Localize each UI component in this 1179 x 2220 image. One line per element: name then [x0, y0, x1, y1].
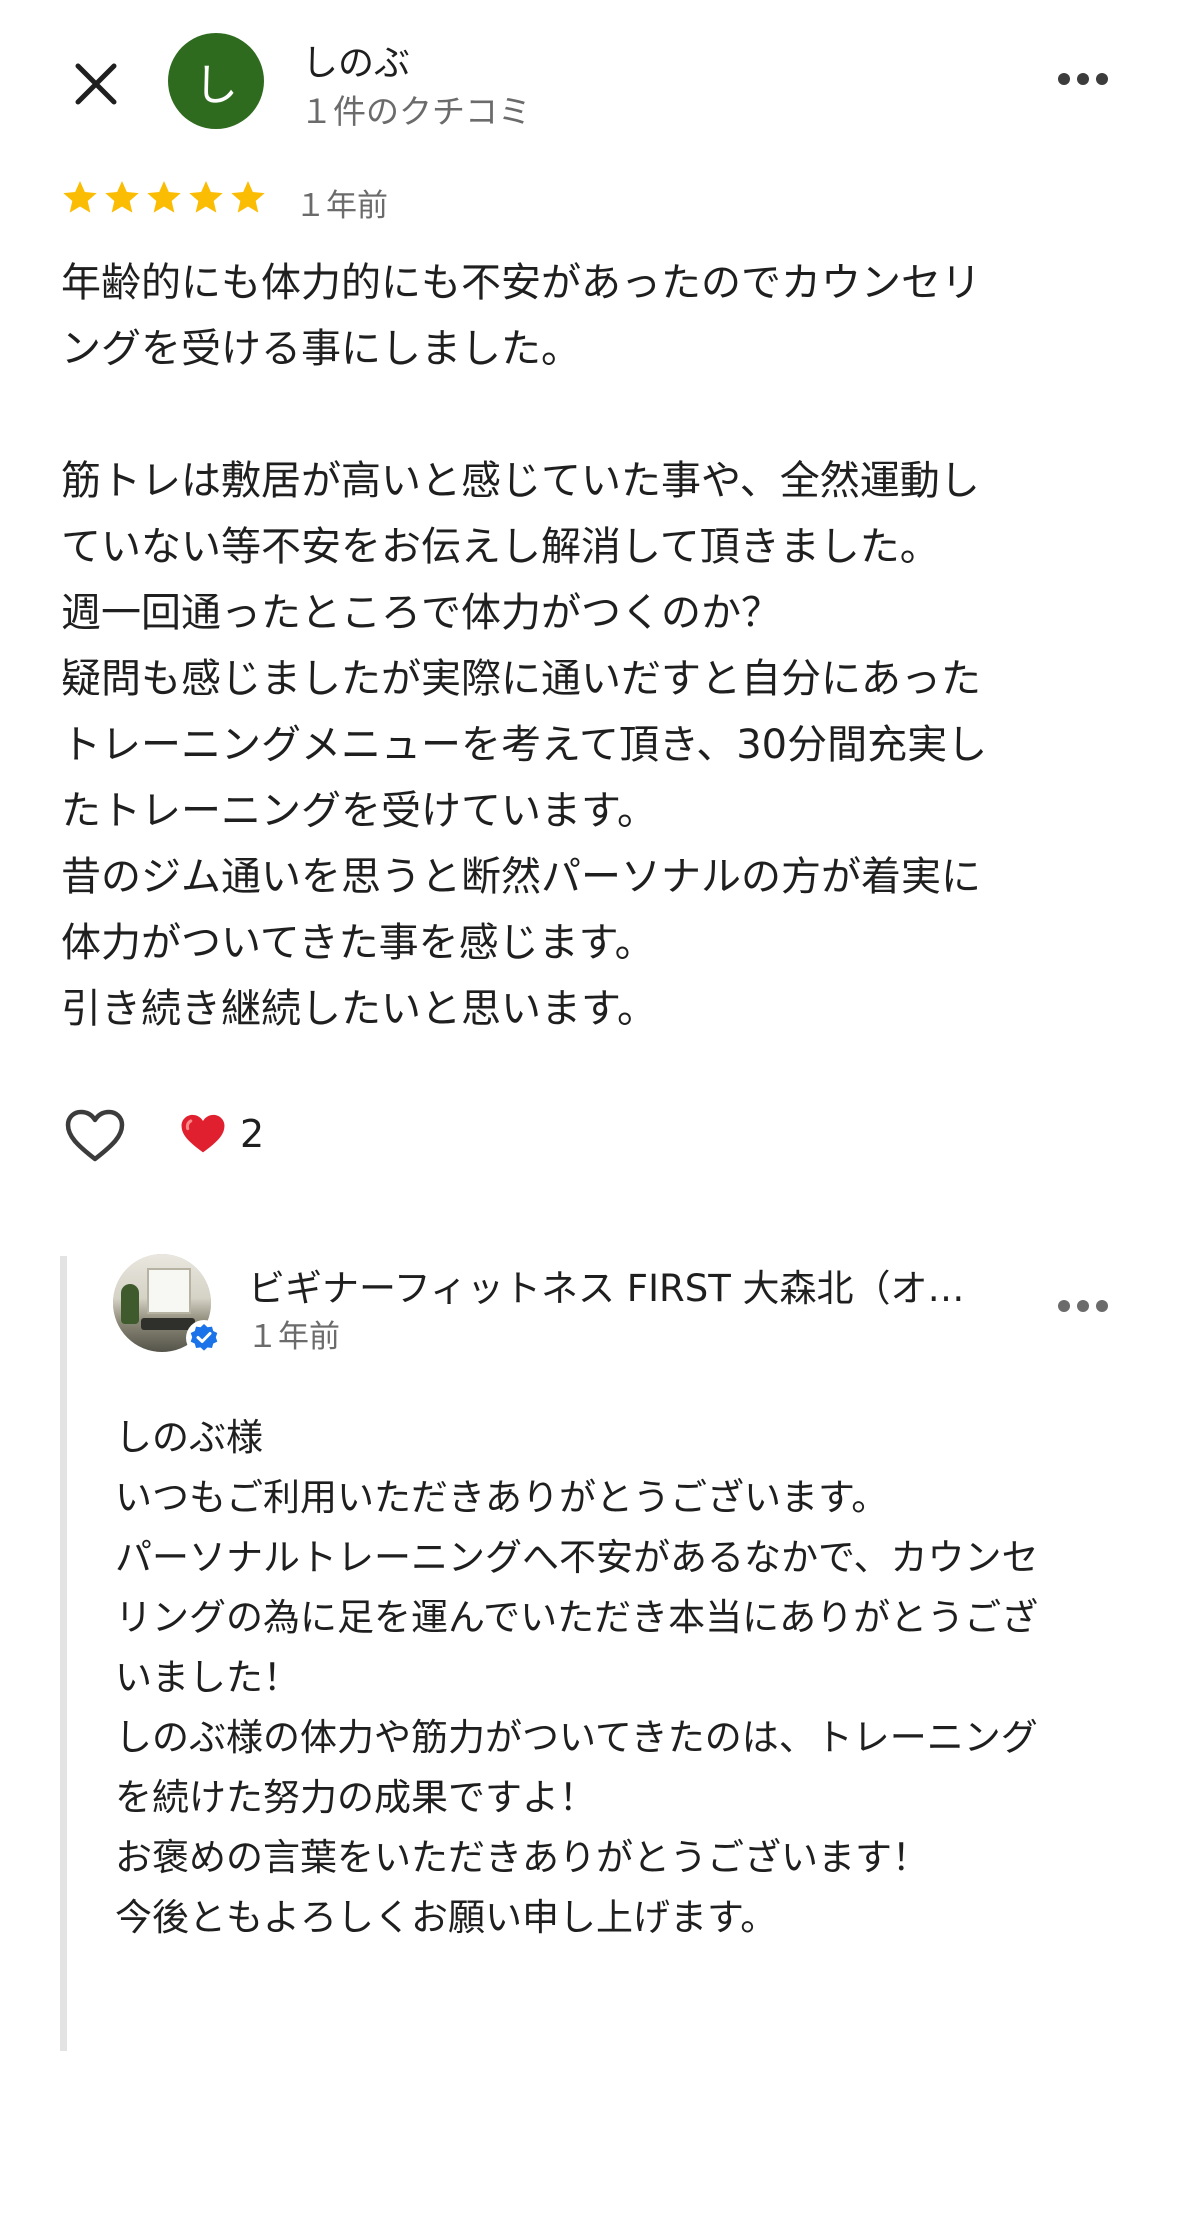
more-options-button[interactable] — [1050, 58, 1116, 100]
reviewer-review-count: １件のクチコミ — [300, 92, 531, 131]
reply-line: しのぶ様 — [115, 1416, 263, 1459]
owner-reply-more-button[interactable] — [1050, 1285, 1116, 1327]
reply-line: お褒めの言葉をいただきありがとうございます！ — [115, 1836, 929, 1879]
close-button[interactable] — [62, 50, 130, 118]
reaction-summary[interactable]: 2 — [180, 1112, 264, 1156]
review-line: たトレーニングを受けています。 — [61, 788, 657, 834]
like-button[interactable] — [60, 1103, 130, 1169]
review-line: ていない等不安をお伝えし解消して頂きました。 — [61, 524, 940, 570]
star-icon — [60, 178, 100, 218]
review-text: 年齢的にも体力的にも不安があったのでカウンセリ ングを受ける事にしました。筋トレは… — [61, 250, 1141, 1042]
star-rating — [60, 178, 268, 218]
owner-reply-time: １年前 — [247, 1319, 340, 1355]
reply-line: 今後ともよろしくお願い申し上げます。 — [115, 1896, 778, 1939]
reply-line: を続けた努力の成果ですよ！ — [115, 1776, 596, 1819]
star-icon — [228, 178, 268, 218]
review-line: ングを受ける事にしました。 — [61, 326, 581, 372]
review-line: 昔のジム通いを思うと断然パーソナルの方が着実に — [61, 854, 981, 900]
reply-line: いました！ — [115, 1656, 300, 1699]
reviewer-avatar[interactable]: し — [168, 33, 264, 129]
owner-avatar[interactable] — [113, 1254, 222, 1356]
more-horizontal-icon — [1058, 1300, 1108, 1312]
owner-name[interactable]: ビギナーフィットネス FIRST 大森北（オ… — [248, 1258, 1008, 1312]
star-icon — [186, 178, 226, 218]
reviewer-name[interactable]: しのぶ — [302, 34, 410, 86]
star-icon — [102, 178, 142, 218]
reply-line: リングの為に足を運んでいただき本当にありがとうござ — [115, 1596, 1039, 1639]
reply-line: パーソナルトレーニングへ不安があるなかで、カウンセ — [115, 1536, 1039, 1579]
reply-line: いつもご利用いただきありがとうございます。 — [115, 1476, 889, 1519]
review-line: 体力がついてきた事を感じます。 — [61, 920, 655, 966]
reply-divider — [60, 1256, 67, 2051]
review-line: 年齢的にも体力的にも不安があったのでカウンセリ — [61, 260, 981, 306]
star-icon — [144, 178, 184, 218]
review-line: トレーニングメニューを考えて頂き、30分間充実し — [61, 722, 988, 768]
close-icon — [75, 63, 117, 105]
heart-outline-icon — [65, 1109, 125, 1162]
verified-badge-icon — [186, 1320, 222, 1356]
owner-reply-text: しのぶ様いつもご利用いただきありがとうございます。パーソナルトレーニングへ不安が… — [115, 1408, 1155, 1948]
avatar-initial: し — [194, 60, 238, 111]
review-line: 引き続き継続したいと思います。 — [61, 986, 657, 1032]
more-horizontal-icon — [1058, 73, 1108, 85]
review-paragraph: 年齢的にも体力的にも不安があったのでカウンセリ ングを受ける事にしました。 — [61, 250, 1141, 382]
review-paragraph: 筋トレは敷居が高いと感じていた事や、全然運動し ていない等不安をお伝えし解消して頂… — [61, 448, 1141, 1042]
red-heart-icon — [181, 1114, 225, 1153]
reaction-count: 2 — [240, 1112, 265, 1156]
review-line: 疑問も感じましたが実際に通いだすと自分にあった — [61, 656, 981, 702]
review-line: 筋トレは敷居が高いと感じていた事や、全然運動し — [61, 458, 980, 504]
review-time: １年前 — [295, 188, 388, 224]
review-line: 週一回通ったところで体力がつくのか？ — [61, 590, 781, 636]
reply-line: しのぶ様の体力や筋力がついてきたのは、トレーニング — [115, 1716, 1038, 1759]
